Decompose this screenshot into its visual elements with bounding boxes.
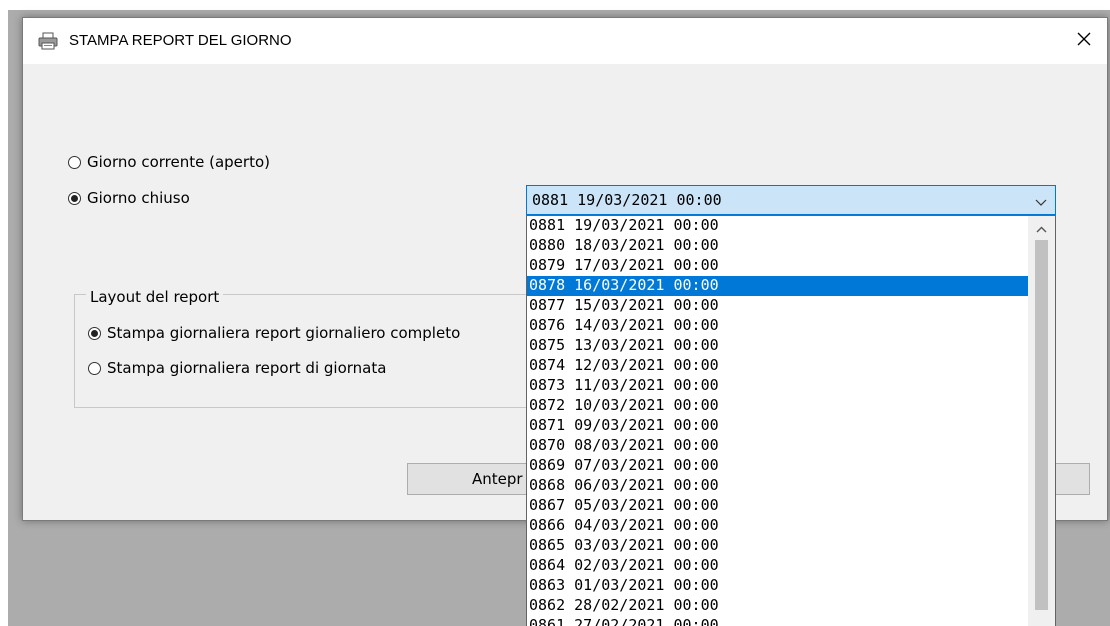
- dropdown-option[interactable]: 0874 12/03/2021 00:00: [527, 356, 1029, 376]
- radio-button[interactable]: [88, 361, 101, 375]
- dialog-title: STAMPA REPORT DEL GIORNO: [69, 32, 292, 49]
- current-day-label: Giorno corrente (aperto): [87, 153, 270, 171]
- dropdown-option[interactable]: 0869 07/03/2021 00:00: [527, 456, 1029, 476]
- dropdown-option[interactable]: 0871 09/03/2021 00:00: [527, 416, 1029, 436]
- layout-full-label: Stampa giornaliera report giornaliero co…: [107, 324, 461, 342]
- radio-layout-day[interactable]: Stampa giornaliera report di giornata: [88, 359, 386, 377]
- chevron-down-icon[interactable]: [1035, 194, 1047, 206]
- radio-layout-full[interactable]: Stampa giornaliera report giornaliero co…: [88, 324, 460, 342]
- scrollbar[interactable]: [1028, 216, 1055, 626]
- closed-day-select-value: 0881 19/03/2021 00:00: [532, 191, 722, 209]
- dropdown-option[interactable]: 0881 19/03/2021 00:00: [527, 216, 1029, 236]
- radio-button-checked[interactable]: [68, 191, 81, 205]
- layout-day-label: Stampa giornaliera report di giornata: [107, 359, 387, 377]
- dropdown-option[interactable]: 0862 28/02/2021 00:00: [527, 596, 1029, 616]
- chevron-up-icon[interactable]: [1035, 222, 1048, 234]
- scrollbar-thumb[interactable]: [1035, 240, 1048, 610]
- printer-icon: [38, 31, 58, 51]
- closed-day-select[interactable]: 0881 19/03/2021 00:00: [526, 185, 1056, 215]
- dropdown-option[interactable]: 0879 17/03/2021 00:00: [527, 256, 1029, 276]
- dropdown-option[interactable]: 0875 13/03/2021 00:00: [527, 336, 1029, 356]
- closed-day-dropdown-list[interactable]: 0881 19/03/2021 00:00 0880 18/03/2021 00:…: [526, 215, 1056, 626]
- dropdown-option[interactable]: 0864 02/03/2021 00:00: [527, 556, 1029, 576]
- close-icon: [1076, 31, 1092, 51]
- dropdown-option[interactable]: 0876 14/03/2021 00:00: [527, 316, 1029, 336]
- dropdown-option[interactable]: 0865 03/03/2021 00:00: [527, 536, 1029, 556]
- layout-groupbox: [74, 294, 535, 408]
- dropdown-option[interactable]: 0861 27/02/2021 00:00: [527, 616, 1029, 626]
- dropdown-option[interactable]: 0873 11/03/2021 00:00: [527, 376, 1029, 396]
- dropdown-option[interactable]: 0868 06/03/2021 00:00: [527, 476, 1029, 496]
- preview-button[interactable]: Antepr: [407, 463, 527, 495]
- radio-button-checked[interactable]: [88, 326, 101, 340]
- radio-closed-day[interactable]: Giorno chiuso: [68, 189, 190, 207]
- dropdown-option[interactable]: 0878 16/03/2021 00:00: [527, 276, 1029, 296]
- dropdown-option[interactable]: 0877 15/03/2021 00:00: [527, 296, 1029, 316]
- dropdown-option[interactable]: 0872 10/03/2021 00:00: [527, 396, 1029, 416]
- preview-button-label: Antepr: [472, 470, 523, 488]
- radio-button[interactable]: [68, 155, 81, 169]
- layout-group-label: Layout del report: [86, 288, 224, 306]
- title-bar[interactable]: STAMPA REPORT DEL GIORNO: [23, 18, 1107, 64]
- dropdown-option[interactable]: 0867 05/03/2021 00:00: [527, 496, 1029, 516]
- dropdown-option[interactable]: 0863 01/03/2021 00:00: [527, 576, 1029, 596]
- dropdown-option[interactable]: 0866 04/03/2021 00:00: [527, 516, 1029, 536]
- dropdown-items: 0881 19/03/2021 00:00 0880 18/03/2021 00:…: [527, 216, 1055, 626]
- radio-current-day[interactable]: Giorno corrente (aperto): [68, 153, 270, 171]
- dropdown-option[interactable]: 0870 08/03/2021 00:00: [527, 436, 1029, 456]
- close-button[interactable]: [1061, 18, 1107, 64]
- closed-day-label: Giorno chiuso: [87, 189, 190, 207]
- dropdown-option[interactable]: 0880 18/03/2021 00:00: [527, 236, 1029, 256]
